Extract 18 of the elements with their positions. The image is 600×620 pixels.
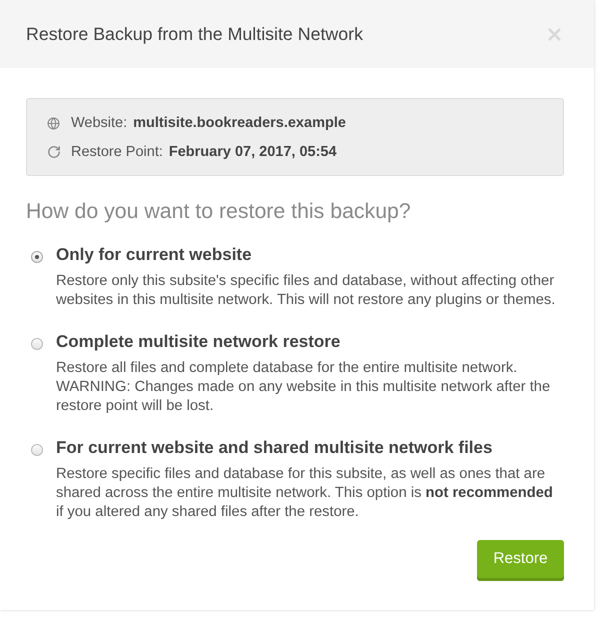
option-description: Restore all files and complete database for the entire multisite network. WARNING: Changes made on any website in this multisite network after the restore point will be lost. [56,359,552,416]
info-value: February 07, 2017, 05:54 [168,144,337,160]
globe-icon [47,116,60,130]
radio-button[interactable] [31,444,43,456]
info-label: Website: [71,115,128,131]
option-title: For current website and shared multisite network files [56,438,494,458]
option-description: Restore specific files and database for this subsite, as well as ones that are shared across the entire multisite network. This option is not recommended if you altered any shared files after the restore. [56,465,554,522]
option-title: Only for current website [56,245,253,265]
refresh-icon [47,145,61,159]
radio-button[interactable] [31,338,43,350]
info-label: Restore Point: [71,144,163,160]
restore-question: How do you want to restore this backup? [26,198,412,224]
radio-button[interactable] [31,251,43,263]
info-value: multisite.bookreaders.example [133,115,346,131]
dialog-title: Restore Backup from the Multisite Network [26,24,363,44]
option-description: Restore only this subsite's specific files and database, without affecting other websites in this multisite network. This will not restore any plugins or themes. [56,272,556,310]
restore-button[interactable]: Restore [477,540,564,581]
option-title: Complete multisite network restore [56,332,342,352]
